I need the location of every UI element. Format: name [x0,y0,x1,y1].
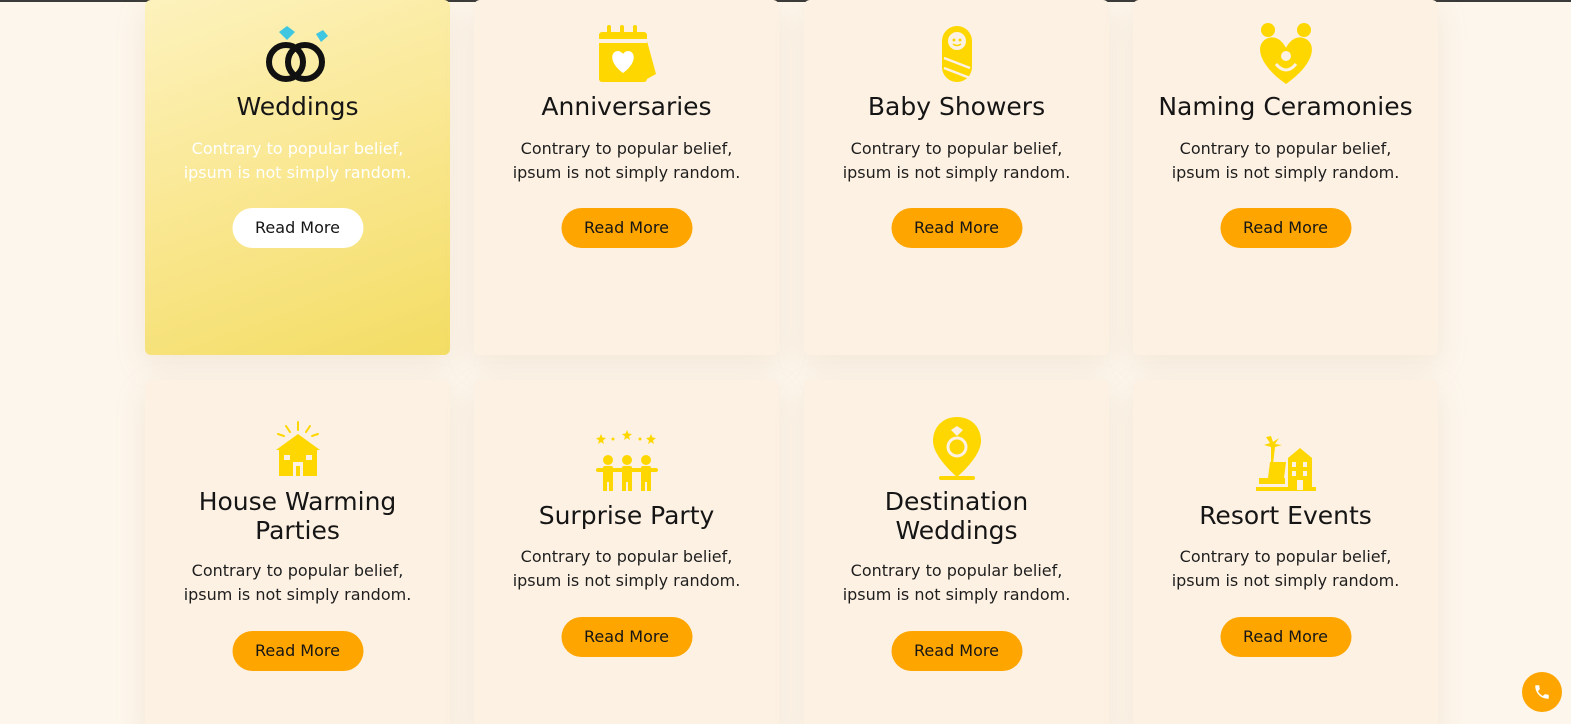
card-description: Contrary to popular belief, ipsum is not… [804,137,1109,185]
card-title: Baby Showers [867,92,1046,121]
read-more-button[interactable]: Read More [561,208,692,248]
card-description: Contrary to popular belief, ipsum is not… [145,137,450,185]
resort-palm-icon [1255,436,1316,491]
card-title: Surprise Party [538,501,715,530]
card-title: Resort Events [1199,501,1372,530]
title-line: Destination [884,487,1029,516]
read-more-button[interactable]: Read More [1220,208,1351,248]
desc-line: ipsum is not simply random. [1171,163,1400,182]
read-more-button[interactable]: Read More [1220,617,1351,657]
desc-line: Contrary to popular belief, [850,561,1063,580]
house-fireworks-icon [275,421,320,476]
read-more-button[interactable]: Read More [891,208,1022,248]
desc-line: Contrary to popular belief, [520,139,733,158]
desc-line: Contrary to popular belief, [191,561,404,580]
wedding-rings-icon [265,26,328,82]
service-card-resort-events: Resort Events Contrary to popular belief… [1133,380,1438,724]
card-title: Anniversaries [541,92,712,121]
title-line: Parties [255,516,340,545]
desc-line: ipsum is not simply random. [512,571,741,590]
read-more-button[interactable]: Read More [232,631,363,671]
read-more-button[interactable]: Read More [561,617,692,657]
card-title: House Warming Parties [145,487,450,545]
desc-line: ipsum is not simply random. [1171,571,1400,590]
desc-line: ipsum is not simply random. [842,585,1071,604]
ring-location-pin-icon [932,417,981,480]
title-line: House Warming [198,487,397,516]
desc-line: ipsum is not simply random. [842,163,1071,182]
calendar-heart-icon [598,25,656,82]
service-card-surprise-party: Surprise Party Contrary to popular belie… [474,380,779,724]
service-card-anniversaries: Anniversaries Contrary to popular belief… [474,0,779,355]
swaddled-baby-icon [941,26,972,82]
card-description: Contrary to popular belief, ipsum is not… [804,559,1109,607]
read-more-button[interactable]: Read More [232,208,363,248]
desc-line: Contrary to popular belief, [850,139,1063,158]
service-card-baby-showers: Baby Showers Contrary to popular belief,… [804,0,1109,355]
card-title: Destination Weddings [804,487,1109,545]
service-card-destination-weddings: Destination Weddings Contrary to popular… [804,380,1109,724]
service-card-house-warming: House Warming Parties Contrary to popula… [145,380,450,724]
card-title: Weddings [236,92,359,121]
desc-line: Contrary to popular belief, [191,139,404,158]
card-description: Contrary to popular belief, ipsum is not… [1133,137,1438,185]
service-card-naming-ceremonies: Naming Ceramonies Contrary to popular be… [1133,0,1438,355]
family-heart-icon [1259,23,1312,84]
desc-line: ipsum is not simply random. [183,163,412,182]
card-description: Contrary to popular belief, ipsum is not… [474,137,779,185]
card-title: Naming Ceramonies [1158,92,1413,121]
card-description: Contrary to popular belief, ipsum is not… [145,559,450,607]
phone-icon [1535,685,1549,699]
phone-call-button[interactable] [1522,672,1562,712]
desc-line: Contrary to popular belief, [1179,139,1392,158]
desc-line: ipsum is not simply random. [183,585,412,604]
desc-line: Contrary to popular belief, [520,547,733,566]
desc-line: ipsum is not simply random. [512,163,741,182]
card-description: Contrary to popular belief, ipsum is not… [474,545,779,593]
read-more-button[interactable]: Read More [891,631,1022,671]
desc-line: Contrary to popular belief, [1179,547,1392,566]
card-description: Contrary to popular belief, ipsum is not… [1133,545,1438,593]
service-card-weddings: Weddings Contrary to popular belief, ips… [145,0,450,355]
title-line: Weddings [895,516,1018,545]
party-people-icon [595,430,658,491]
